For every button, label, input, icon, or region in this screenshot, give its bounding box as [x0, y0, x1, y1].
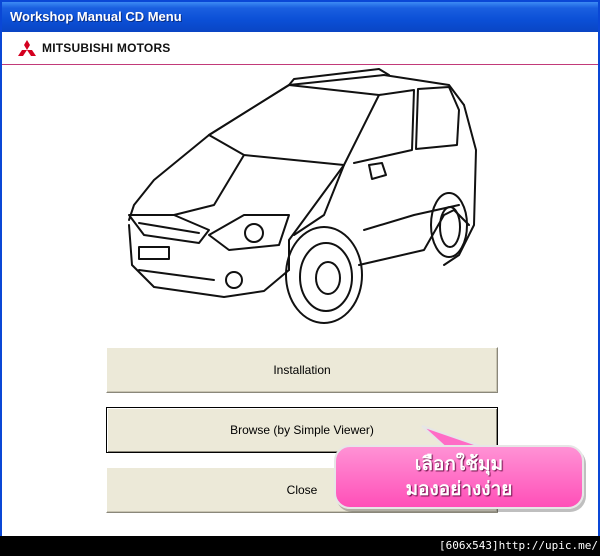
brand-header: MITSUBISHI MOTORS: [2, 32, 598, 65]
callout-line-1: เลือกใช้มุม: [414, 454, 504, 475]
three-diamonds-icon: [18, 40, 36, 56]
window-title: Workshop Manual CD Menu: [10, 9, 182, 24]
brand-name: MITSUBISHI MOTORS: [42, 41, 171, 55]
car-illustration-icon: [128, 68, 477, 324]
callout-line-2: มองอย่างง่าย: [405, 479, 513, 500]
thai-callout: เลือกใช้มุม มองอย่างง่าย: [334, 445, 584, 509]
title-bar: Workshop Manual CD Menu: [2, 2, 598, 32]
installation-button[interactable]: Installation: [106, 347, 498, 393]
callout-text: เลือกใช้มุม มองอย่างง่าย: [334, 452, 584, 502]
image-host-footer: [606x543]http://upic.me/: [439, 539, 598, 552]
brand-logo: MITSUBISHI MOTORS: [18, 39, 171, 57]
